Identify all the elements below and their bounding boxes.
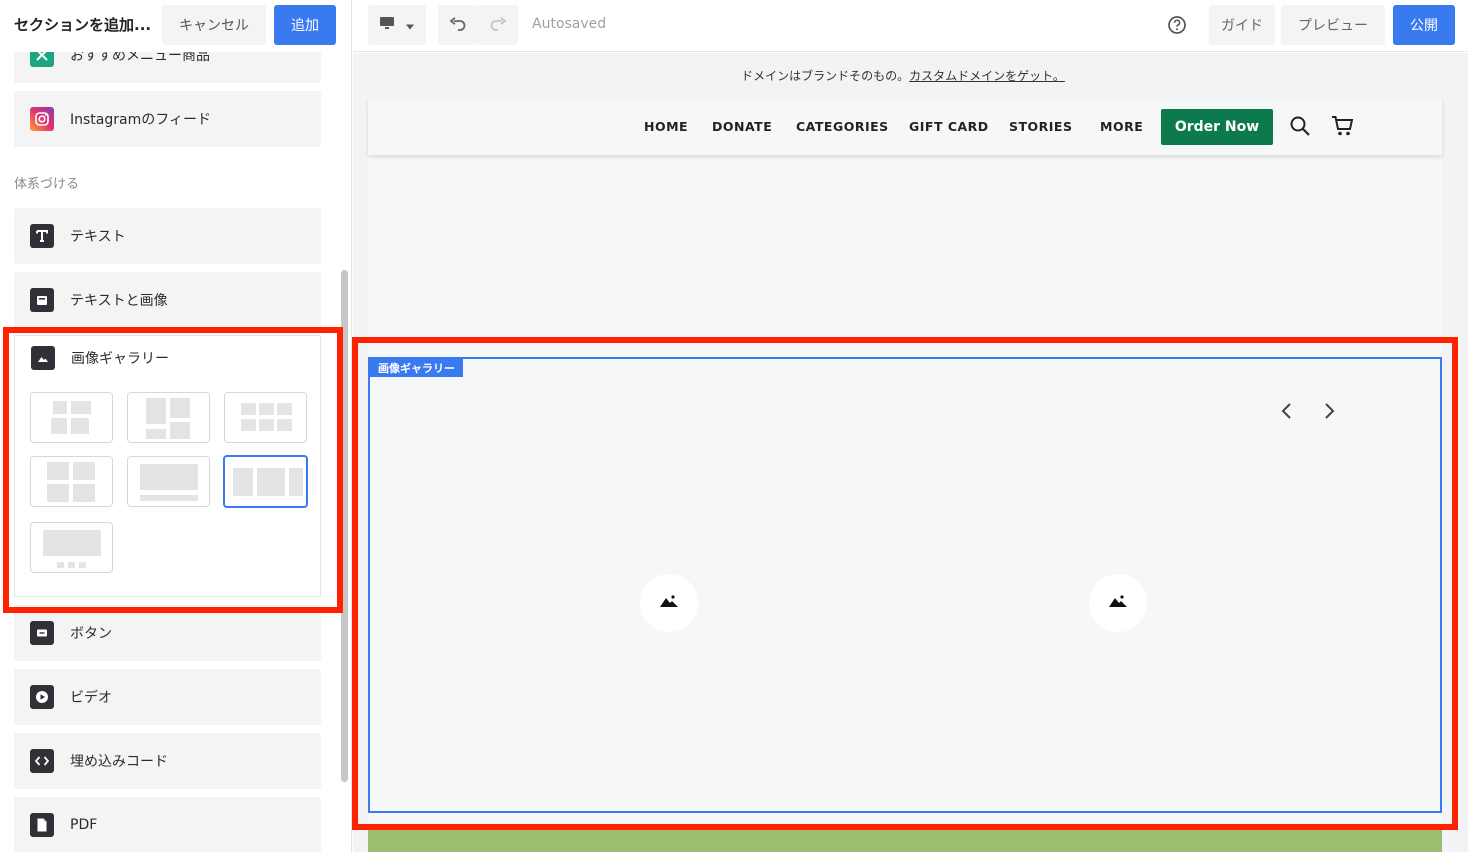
nav-link-gift-card[interactable]: GIFT CARD <box>909 119 989 134</box>
section-item-label: ビデオ <box>70 690 112 706</box>
hero-section[interactable] <box>368 155 1442 339</box>
gallery-layout-option-5[interactable] <box>127 456 210 507</box>
recommended-menu-icon <box>30 52 54 67</box>
video-icon <box>30 685 54 709</box>
gallery-layout-option-4[interactable] <box>30 456 113 507</box>
section-item-label: テキストと画像 <box>70 293 168 309</box>
domain-promo-bar: ドメインはブランドそのもの。カスタムドメインをゲット。 <box>353 67 1453 84</box>
device-preview-dropdown[interactable] <box>368 5 426 45</box>
search-icon[interactable] <box>1289 115 1311 141</box>
panel-scrollbar[interactable] <box>341 270 348 782</box>
section-list: おすすめメニュー商品 Instagramのフィード 体系づける テキスト テキス… <box>0 52 338 852</box>
publish-button[interactable]: 公開 <box>1393 5 1455 45</box>
image-placeholder-1[interactable] <box>640 574 698 632</box>
panel-title: セクションを追加... <box>14 16 152 34</box>
image-gallery-icon <box>31 346 55 370</box>
section-item-label: おすすめメニュー商品 <box>70 52 210 64</box>
section-item-label: Instagramのフィード <box>70 112 211 128</box>
gallery-layout-option-7[interactable] <box>30 522 113 573</box>
gallery-card-header: 画像ギャラリー <box>15 346 169 370</box>
redo-button[interactable] <box>478 5 518 45</box>
instagram-icon <box>30 107 54 131</box>
category-heading: 体系づける <box>14 177 80 192</box>
text-image-icon <box>30 288 54 312</box>
section-item-label: ボタン <box>70 626 112 642</box>
nav-link-home[interactable]: HOME <box>644 119 688 134</box>
next-section-preview[interactable] <box>368 827 1442 852</box>
image-placeholder-icon <box>659 593 679 613</box>
section-item-image-gallery[interactable]: 画像ギャラリー <box>14 335 321 597</box>
undo-button[interactable] <box>438 5 478 45</box>
desktop-icon <box>379 15 395 35</box>
nav-link-more[interactable]: MORE <box>1100 119 1143 134</box>
section-item-label: テキスト <box>70 229 126 245</box>
guide-button[interactable]: ガイド <box>1209 5 1275 45</box>
redo-icon <box>489 16 507 35</box>
chevron-right-icon[interactable] <box>1322 401 1336 425</box>
section-item-label: 画像ギャラリー <box>71 351 169 367</box>
site-page: HOME DONATE CATEGORIES GIFT CARD STORIES… <box>368 99 1442 852</box>
add-section-panel: セクションを追加... キャンセル 追加 おすすめメニュー商品 Instagra… <box>0 0 352 852</box>
nav-link-categories[interactable]: CATEGORIES <box>796 119 889 134</box>
image-gallery-section[interactable]: 画像ギャラリー <box>368 357 1442 813</box>
section-item-button[interactable]: ボタン <box>14 605 321 661</box>
nav-link-stories[interactable]: STORIES <box>1009 119 1072 134</box>
section-item-label: PDF <box>70 817 98 833</box>
gallery-layout-option-2[interactable] <box>127 392 210 443</box>
image-placeholder-2[interactable] <box>1089 574 1147 632</box>
nav-link-donate[interactable]: DONATE <box>712 119 772 134</box>
undo-icon <box>449 16 467 35</box>
cart-icon[interactable] <box>1331 115 1355 141</box>
image-placeholder-icon <box>1108 593 1128 613</box>
help-icon[interactable] <box>1167 15 1187 39</box>
pdf-icon <box>30 813 54 837</box>
section-type-tag: 画像ギャラリー <box>370 359 463 377</box>
section-item-video[interactable]: ビデオ <box>14 669 321 725</box>
site-preview-canvas: ドメインはブランドそのもの。カスタムドメインをゲット。 HOME DONATE … <box>353 53 1468 852</box>
add-button[interactable]: 追加 <box>274 5 336 45</box>
editor-app: セクションを追加... キャンセル 追加 おすすめメニュー商品 Instagra… <box>0 0 1468 852</box>
section-item-text[interactable]: テキスト <box>14 208 321 264</box>
button-icon <box>30 621 54 645</box>
gallery-layout-option-1[interactable] <box>30 392 113 443</box>
section-item-text-image[interactable]: テキストと画像 <box>14 272 321 328</box>
custom-domain-link[interactable]: カスタムドメインをゲット。 <box>909 69 1065 83</box>
text-icon <box>30 224 54 248</box>
chevron-left-icon[interactable] <box>1280 401 1294 425</box>
gallery-layout-option-3[interactable] <box>224 392 307 443</box>
editor-toolbar: Autosaved ガイド プレビュー 公開 <box>353 0 1468 52</box>
section-item-instagram[interactable]: Instagramのフィード <box>14 91 321 147</box>
domain-promo-text: ドメインはブランドそのもの。 <box>741 69 910 83</box>
site-header[interactable]: HOME DONATE CATEGORIES GIFT CARD STORIES… <box>368 99 1442 155</box>
embed-code-icon <box>30 749 54 773</box>
chevron-down-icon <box>405 16 415 35</box>
cancel-button[interactable]: キャンセル <box>162 5 266 45</box>
section-item-pdf[interactable]: PDF <box>14 797 321 852</box>
section-item-label: 埋め込みコード <box>70 754 168 770</box>
preview-button[interactable]: プレビュー <box>1281 5 1385 45</box>
gallery-layout-option-6[interactable] <box>223 455 308 508</box>
autosave-status: Autosaved <box>532 16 607 32</box>
section-item-recommended-menu[interactable]: おすすめメニュー商品 <box>14 52 321 83</box>
panel-header: セクションを追加... キャンセル 追加 <box>0 0 351 52</box>
section-item-embed-code[interactable]: 埋め込みコード <box>14 733 321 789</box>
order-now-button[interactable]: Order Now <box>1161 109 1273 145</box>
